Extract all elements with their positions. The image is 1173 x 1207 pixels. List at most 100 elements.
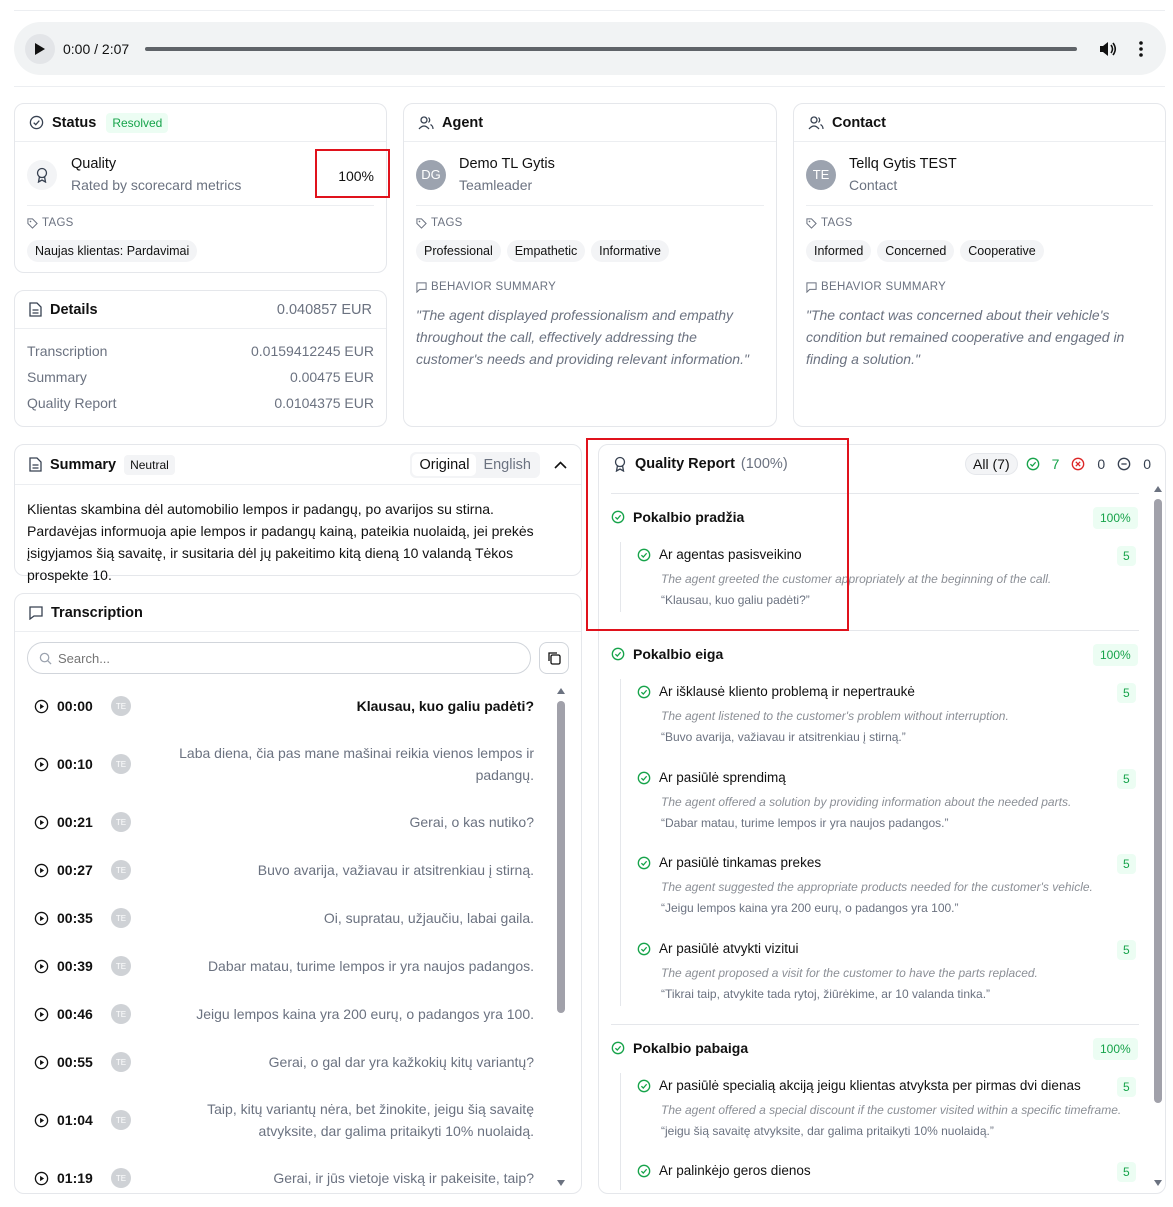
- item-name: Ar išklausė kliento problemą ir nepertra…: [659, 684, 915, 699]
- timestamp[interactable]: 00:27: [57, 862, 107, 878]
- quality-item[interactable]: Ar pasiūlė specialią akciją jeigu klient…: [637, 1078, 1081, 1093]
- filter-fail[interactable]: 0: [1071, 456, 1105, 472]
- quality-section[interactable]: Pokalbio pabaiga: [611, 1040, 748, 1056]
- progress-slider[interactable]: [145, 46, 1078, 51]
- x-circle-icon: [1072, 457, 1085, 471]
- check-circle-icon: [637, 771, 651, 784]
- message-icon: [806, 281, 817, 293]
- transcription-scrollbar[interactable]: [557, 687, 565, 1187]
- details-row-value: 0.00475 EUR: [289, 369, 374, 385]
- tab-original[interactable]: Original: [412, 453, 477, 476]
- timestamp[interactable]: 00:21: [57, 814, 107, 830]
- scroll-down-icon[interactable]: [557, 1179, 565, 1187]
- timestamp[interactable]: 00:55: [57, 1054, 107, 1070]
- volume-icon[interactable]: [1099, 41, 1117, 57]
- transcript-row[interactable]: 01:04 TE Taip, kitų variantų nėra, bet žin…: [34, 1098, 534, 1142]
- search-input[interactable]: [58, 650, 498, 666]
- details-row-label: Quality Report: [27, 395, 117, 411]
- transcript-row[interactable]: 00:00 TE Klausau, kuo galiu padėti?: [34, 695, 534, 717]
- agent-name: Demo TL Gytis: [459, 156, 555, 172]
- tag-pill: Concerned: [877, 240, 955, 262]
- tag-pill: Cooperative: [960, 240, 1044, 262]
- timestamp[interactable]: 01:19: [57, 1170, 107, 1186]
- play-circle-icon[interactable]: [34, 1055, 49, 1070]
- item-score: 5: [1117, 1077, 1136, 1097]
- player-divider: [14, 86, 1165, 87]
- filter-pass[interactable]: 7: [1026, 456, 1059, 472]
- transcript-row[interactable]: 00:10 TE Laba diena, čia pas mane mašinai …: [34, 742, 534, 786]
- tag-pill: Naujas klientas: Pardavimai: [27, 240, 198, 262]
- transcript-row[interactable]: 00:55 TE Gerai, o gal dar yra kažkokių kit…: [34, 1051, 534, 1073]
- transcript-row[interactable]: 00:21 TE Gerai, o kas nutiko?: [34, 811, 534, 833]
- timestamp[interactable]: 00:35: [57, 910, 107, 926]
- contact-title: Contact: [832, 114, 886, 131]
- chevron-up-icon[interactable]: [554, 460, 567, 469]
- tab-english[interactable]: English: [476, 454, 538, 476]
- timestamp[interactable]: 00:39: [57, 958, 107, 974]
- play-circle-icon[interactable]: [34, 1171, 49, 1186]
- users-icon: [418, 115, 434, 129]
- contact-divider: [806, 205, 1153, 206]
- transcript-row[interactable]: 00:35 TE Oi, supratau, užjaučiu, labai gai…: [34, 907, 534, 929]
- transcript-row[interactable]: 00:46 TE Jeigu lempos kaina yra 200 eurų, …: [34, 1003, 534, 1025]
- play-circle-icon[interactable]: [34, 815, 49, 830]
- play-circle-icon[interactable]: [34, 911, 49, 926]
- play-circle-icon[interactable]: [34, 699, 49, 714]
- transcript-row[interactable]: 00:39 TE Dabar matau, turime lempos ir yra…: [34, 955, 534, 977]
- play-circle-icon[interactable]: [34, 1113, 49, 1128]
- speaker-avatar: TE: [111, 1052, 131, 1072]
- quality-item[interactable]: Ar palinkėjo geros dienos: [637, 1163, 811, 1178]
- quality-item[interactable]: Ar pasiūlė sprendimą: [637, 770, 786, 785]
- speaker-avatar: TE: [111, 1110, 131, 1130]
- quality-filters: All (7) 7 0 0: [965, 453, 1151, 475]
- section-line: [620, 1073, 621, 1190]
- timestamp[interactable]: 00:46: [57, 1006, 107, 1022]
- quality-item[interactable]: Ar pasiūlė atvykti vizitui: [637, 941, 799, 956]
- timestamp[interactable]: 00:10: [57, 756, 107, 772]
- details-row-value: 0.0159412245 EUR: [251, 343, 374, 359]
- speaker-avatar: TE: [111, 860, 131, 880]
- scroll-thumb[interactable]: [557, 701, 565, 1013]
- play-circle-icon[interactable]: [34, 1007, 49, 1022]
- quality-row: Quality Rated by scorecard metrics: [27, 156, 241, 193]
- item-name: Ar pasiūlė sprendimą: [659, 770, 786, 785]
- contact-header: Contact: [794, 104, 1165, 142]
- agent-behavior-heading: BEHAVIOR SUMMARY: [416, 281, 556, 293]
- scroll-up-icon[interactable]: [557, 687, 565, 695]
- quality-section[interactable]: Pokalbio eiga: [611, 646, 723, 662]
- quality-item[interactable]: Ar pasiūlė tinkamas prekes: [637, 855, 821, 870]
- contact-behavior-heading: BEHAVIOR SUMMARY: [806, 281, 946, 293]
- speaker-avatar: TE: [111, 812, 131, 832]
- item-name: Ar pasiūlė atvykti vizitui: [659, 941, 799, 956]
- quality-sublabel: Rated by scorecard metrics: [71, 177, 242, 193]
- filter-na[interactable]: 0: [1117, 456, 1151, 472]
- timestamp[interactable]: 00:00: [57, 698, 107, 714]
- contact-person: TE Tellq Gytis TEST Contact: [806, 156, 957, 193]
- timestamp[interactable]: 01:04: [57, 1112, 107, 1128]
- check-circle-icon: [1026, 457, 1039, 471]
- agent-role: Teamleader: [459, 177, 533, 193]
- section-score: 100%: [1093, 507, 1138, 529]
- document-icon: [29, 302, 42, 317]
- agent-avatar: DG: [416, 159, 446, 190]
- check-circle-icon: [637, 1079, 651, 1092]
- more-options-icon[interactable]: [1139, 40, 1143, 57]
- filter-all[interactable]: All (7): [965, 453, 1018, 475]
- highlight-box: [586, 438, 849, 631]
- section-name: Pokalbio eiga: [633, 646, 724, 662]
- speaker-avatar: TE: [111, 956, 131, 976]
- details-header: Details 0.040857 EUR: [15, 291, 386, 329]
- copy-button[interactable]: [539, 642, 569, 674]
- play-button[interactable]: [25, 33, 55, 64]
- contact-role: Contact: [849, 177, 898, 193]
- item-description: The agent offered a solution by providin…: [661, 795, 1072, 809]
- contact-tags: Informed Concerned Cooperative: [806, 240, 1046, 262]
- transcript-row[interactable]: 00:27 TE Buvo avarija, važiavau ir atsitre…: [34, 859, 534, 881]
- play-circle-icon[interactable]: [34, 863, 49, 878]
- quality-item[interactable]: Ar išklausė kliento problemą ir nepertra…: [637, 684, 915, 699]
- play-circle-icon[interactable]: [34, 757, 49, 772]
- transcription-header: Transcription: [15, 594, 581, 632]
- play-circle-icon[interactable]: [34, 959, 49, 974]
- transcript-row[interactable]: 01:19 TE Gerai, ir jūs vietoje viską ir pa…: [34, 1167, 534, 1189]
- section-score: 100%: [1093, 644, 1138, 666]
